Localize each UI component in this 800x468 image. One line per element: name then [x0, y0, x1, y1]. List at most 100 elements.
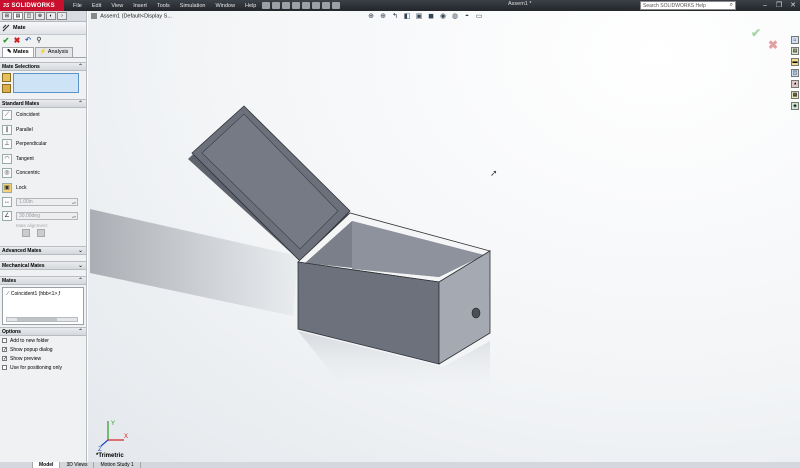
expand-chevron-icon[interactable]: ⌄ — [78, 262, 83, 269]
option-add-to-new-folder[interactable]: Add to new folder — [0, 336, 86, 345]
entities-to-mate-list[interactable] — [13, 73, 79, 93]
menu-help[interactable]: Help — [240, 3, 261, 9]
search-icon[interactable]: ⌕ — [730, 2, 733, 9]
options-icon[interactable] — [332, 2, 341, 9]
option-show-popup-dialog[interactable]: ✓ Show popup dialog — [0, 345, 86, 354]
scrollbar-thumb[interactable] — [17, 318, 57, 321]
model-view[interactable] — [88, 11, 800, 462]
graphics-area[interactable]: Assem1 (Default<Display S... ⊕ ⊕ ↰ ◧ ▣ ◼… — [88, 11, 800, 462]
mate-tangent[interactable]: ◠ Tangent — [0, 152, 86, 167]
collapse-chevron-icon[interactable]: ⌃ — [78, 63, 83, 70]
mate-lock[interactable]: ▣ Lock — [0, 181, 86, 196]
tab-analysis[interactable]: ⚡ Analysis — [34, 47, 74, 57]
new-document-icon[interactable] — [262, 2, 271, 9]
solidworks-logo[interactable]: 3S SOLIDWORKS — [0, 0, 64, 11]
restore-icon[interactable]: ❐ — [774, 1, 784, 10]
tab-3d-views[interactable]: 3D Views — [60, 462, 95, 468]
triad-z-axis — [100, 439, 109, 447]
menu-simulation[interactable]: Simulation — [175, 3, 211, 9]
mate-parallel[interactable]: ∥ Parallel — [0, 123, 86, 138]
collapse-chevron-icon[interactable]: ⌃ — [78, 277, 83, 284]
option-label: Show popup dialog — [10, 346, 53, 353]
menu-tools[interactable]: Tools — [152, 3, 175, 9]
display-manager-tab-icon[interactable]: ◐ — [46, 12, 56, 20]
minimize-icon[interactable]: – — [760, 1, 770, 10]
multiple-mate-icon[interactable] — [2, 84, 11, 93]
advanced-mates-title: Advanced Mates — [2, 247, 42, 254]
collapse-chevron-icon[interactable]: ⌃ — [78, 328, 83, 335]
advanced-mates-header[interactable]: Advanced Mates ⌄ — [0, 246, 86, 255]
option-label: Add to new folder — [10, 337, 49, 344]
menu-insert[interactable]: Insert — [128, 3, 152, 9]
menu-view[interactable]: View — [106, 3, 128, 9]
mates-header[interactable]: Mates ⌃ — [0, 276, 86, 285]
reference-triad: Y X Z — [98, 421, 128, 452]
option-show-preview[interactable]: ✓ Show preview — [0, 354, 86, 363]
rebuild-icon[interactable] — [322, 2, 331, 9]
cancel-x-icon[interactable]: ✖ — [13, 37, 21, 45]
tab-motion-study[interactable]: Motion Study 1 — [94, 462, 141, 468]
select-icon[interactable] — [312, 2, 321, 9]
property-manager-tab-icon[interactable]: ▤ — [13, 12, 23, 20]
feature-tree-tab-icon[interactable]: ⊞ — [2, 12, 12, 20]
tab-model[interactable]: Model — [33, 462, 61, 468]
checkbox-checked-icon[interactable]: ✓ — [2, 356, 7, 362]
mate-concentric[interactable]: ◎ Concentric — [0, 166, 86, 181]
menu-window[interactable]: Window — [210, 3, 240, 9]
box-side-hole — [471, 307, 481, 319]
options-header[interactable]: Options ⌃ — [0, 327, 86, 336]
expand-tabs-icon[interactable]: › — [57, 12, 67, 20]
property-actions: ✔ ✖ ↶ ⚲ — [0, 35, 86, 47]
option-use-for-positioning-only[interactable]: Use for positioning only — [0, 363, 86, 372]
checkbox-checked-icon[interactable]: ✓ — [2, 347, 7, 353]
anti-aligned-icon[interactable] — [37, 229, 45, 237]
mechanical-mates-title: Mechanical Mates — [2, 262, 45, 269]
standard-mates-title: Standard Mates — [2, 100, 40, 107]
mechanical-mates-header[interactable]: Mechanical Mates ⌄ — [0, 261, 86, 270]
pushpin-icon[interactable]: ⚲ — [35, 37, 43, 45]
brand-name: SOLIDWORKS — [11, 2, 55, 9]
checkbox-unchecked[interactable] — [2, 338, 7, 343]
distance-row: ↔ 1.00in ▴▾ — [0, 195, 86, 209]
distance-field[interactable]: 1.00in ▴▾ — [16, 198, 78, 206]
collapse-chevron-icon[interactable]: ⌃ — [78, 100, 83, 107]
tab-mates[interactable]: ✎ Mates — [2, 47, 34, 57]
triad-z-label: Z — [98, 447, 102, 452]
open-icon[interactable] — [272, 2, 281, 9]
menu-edit[interactable]: Edit — [87, 3, 106, 9]
angle-field[interactable]: 30.00deg ▴▾ — [16, 212, 78, 220]
checkbox-unchecked[interactable] — [2, 365, 7, 370]
mate-perpendicular-label: Perpendicular — [16, 141, 47, 148]
mates-list[interactable]: ⟋ Coincident1 (hbb<1>,f — [2, 287, 84, 325]
help-search-input[interactable]: Search SOLIDWORKS Help ⌕ — [640, 1, 736, 10]
analysis-tab-icon: ⚡ — [39, 49, 48, 55]
save-icon[interactable] — [282, 2, 291, 9]
spin-arrows-icon[interactable]: ▴▾ — [72, 199, 76, 206]
mate-lock-label: Lock — [16, 184, 27, 191]
horizontal-scrollbar[interactable] — [6, 317, 78, 322]
solidworks-window: 3S SOLIDWORKS File Edit View Insert Tool… — [0, 0, 800, 468]
tab-mates-label: Mates — [13, 49, 29, 55]
mate-list-item-label: Coincident1 (hbb<1>,f — [10, 291, 61, 297]
bottom-tabs: Model 3D Views Motion Study 1 — [0, 462, 800, 468]
distance-value: 1.00in — [19, 199, 33, 205]
undo-icon[interactable] — [302, 2, 311, 9]
mate-coincident[interactable]: ⟋ Coincident — [0, 108, 86, 123]
aligned-icon[interactable] — [22, 229, 30, 237]
mate-perpendicular[interactable]: ⊥ Perpendicular — [0, 137, 86, 152]
standard-mates-header[interactable]: Standard Mates ⌃ — [0, 99, 86, 108]
dimxpert-tab-icon[interactable]: ⊕ — [35, 12, 45, 20]
close-icon[interactable]: ✕ — [788, 1, 798, 10]
view-orientation-label: *Trimetric — [96, 453, 124, 459]
expand-chevron-icon[interactable]: ⌄ — [78, 247, 83, 254]
spin-arrows-icon[interactable]: ▴▾ — [72, 213, 76, 220]
undo-icon[interactable]: ↶ — [24, 37, 32, 45]
mate-selections-header[interactable]: Mate Selections ⌃ — [0, 62, 86, 71]
lock-icon: ▣ — [2, 182, 12, 193]
configuration-tab-icon[interactable]: ◫ — [24, 12, 34, 20]
tab-spacer — [0, 462, 33, 468]
list-item[interactable]: ⟋ Coincident1 (hbb<1>,f — [6, 291, 60, 297]
ok-check-icon[interactable]: ✔ — [2, 37, 10, 45]
print-icon[interactable] — [292, 2, 301, 9]
menu-file[interactable]: File — [68, 3, 87, 9]
